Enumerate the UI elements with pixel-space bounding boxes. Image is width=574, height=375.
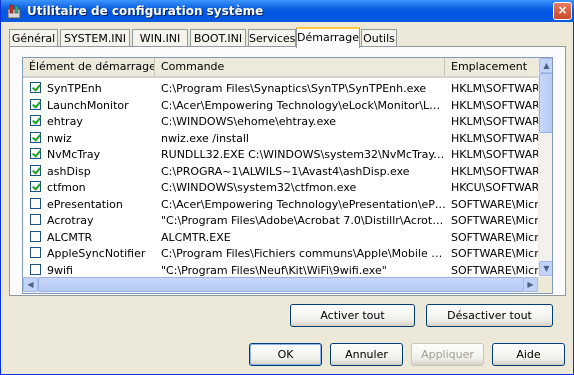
item-location: SOFTWARE\Micros	[451, 197, 539, 211]
scroll-up-icon[interactable]: ▲	[539, 58, 552, 73]
item-location: SOFTWARE\Micros	[451, 263, 539, 277]
item-name: ePresentation	[47, 197, 123, 211]
item-command: "C:\Program Files\Neuf\Kit\WiFi\9wifi.ex…	[161, 263, 387, 277]
startup-checkbox[interactable]	[30, 148, 41, 159]
tab-boot-ini[interactable]: BOOT.INI	[190, 29, 246, 47]
list-header: Élément de démarrage Commande Emplacemen…	[23, 58, 545, 78]
column-startup-item[interactable]: Élément de démarrage	[23, 58, 155, 76]
list-item[interactable]: ctfmon C:\WINDOWS\system32\ctfmon.exe HKCU…	[23, 179, 539, 196]
startup-panel: Élément de démarrage Commande Emplacemen…	[9, 46, 566, 296]
list-item[interactable]: ALCMTR ALCMTR.EXE SOFTWARE\Micros	[23, 229, 539, 246]
list-item[interactable]: Acrotray "C:\Program Files\Adobe\Acrobat …	[23, 212, 539, 229]
ok-button[interactable]: OK	[249, 343, 322, 366]
tab-demarrage[interactable]: Démarrage	[296, 27, 360, 48]
item-location: HKLM\SOFTWARE\	[451, 148, 539, 161]
item-command: C:\PROGRA~1\ALWILS~1\Avast4\ashDisp.exe	[161, 164, 410, 178]
tab-win-ini[interactable]: WIN.INI	[132, 29, 188, 47]
horizontal-scroll-thumb[interactable]	[38, 277, 524, 292]
column-location[interactable]: Emplacement	[445, 58, 545, 76]
cancel-button[interactable]: Annuler	[330, 343, 403, 366]
startup-checkbox[interactable]	[30, 230, 41, 242]
item-command: C:\Acer\Empowering Technology\ePresentat…	[161, 197, 446, 211]
startup-checkbox[interactable]	[30, 181, 41, 192]
apply-button[interactable]: Appliquer	[411, 343, 484, 366]
item-name: ALCMTR	[47, 230, 93, 244]
tab-services[interactable]: Services	[248, 29, 296, 47]
list-item[interactable]: 9wifi "C:\Program Files\Neuf\Kit\WiFi\9wi…	[23, 262, 539, 278]
item-location: SOFTWARE\Micros	[451, 214, 539, 227]
startup-checkbox[interactable]	[30, 131, 41, 143]
list-item[interactable]: ehtray C:\WINDOWS\ehome\ehtray.exe HKLM\SO…	[23, 113, 539, 130]
item-location: HKLM\SOFTWARE\	[451, 131, 539, 145]
scroll-corner	[538, 277, 552, 293]
item-location: HKLM\SOFTWARE\	[451, 98, 539, 112]
window-title: Utilitaire de configuration système	[27, 4, 264, 18]
msconfig-app-icon	[7, 4, 21, 19]
item-location: HKLM\SOFTWARE\	[451, 164, 539, 178]
startup-checkbox[interactable]	[30, 197, 41, 209]
startup-checkbox[interactable]	[30, 263, 41, 275]
scroll-left-icon[interactable]: ◀	[23, 277, 38, 292]
vertical-scroll-thumb[interactable]	[539, 73, 552, 133]
startup-checkbox[interactable]	[30, 115, 41, 126]
item-command: C:\Acer\Empowering Technology\eLock\Moni…	[161, 98, 446, 112]
startup-checkbox[interactable]	[30, 247, 41, 258]
item-name: NvMcTray	[47, 148, 101, 161]
tab-outils[interactable]: Outils	[361, 29, 397, 47]
enable-all-button[interactable]: Activer tout	[290, 304, 415, 327]
help-button[interactable]: Aide	[492, 343, 565, 366]
item-location: SOFTWARE\Micros	[451, 247, 539, 260]
item-name: ashDisp	[47, 164, 91, 178]
scroll-right-icon[interactable]: ▶	[523, 277, 538, 292]
startup-checkbox[interactable]	[30, 214, 41, 225]
item-name: ehtray	[47, 115, 83, 128]
item-command: "C:\Program Files\Adobe\Acrobat 7.0\Dist…	[161, 214, 446, 227]
item-location: HKLM\SOFTWARE\	[451, 82, 539, 95]
list-item[interactable]: ashDisp C:\PROGRA~1\ALWILS~1\Avast4\ashDi…	[23, 163, 539, 180]
tab-system-ini[interactable]: SYSTEM.INI	[60, 29, 130, 47]
startup-checkbox[interactable]	[30, 82, 41, 93]
item-command: C:\Program Files\Fichiers communs\Apple\…	[161, 247, 446, 260]
item-command: C:\Program Files\Synaptics\SynTP\SynTPEn…	[161, 82, 427, 95]
list-item[interactable]: NvMcTray RUNDLL32.EXE C:\WINDOWS\system32…	[23, 146, 539, 163]
title-bar[interactable]: Utilitaire de configuration système ×	[1, 0, 574, 22]
item-command: C:\WINDOWS\ehome\ehtray.exe	[161, 115, 337, 128]
item-location: HKCU\SOFTWARE\	[451, 181, 539, 194]
horizontal-scrollbar[interactable]: ◀ ▶	[23, 277, 538, 293]
disable-all-button[interactable]: Désactiver tout	[426, 304, 553, 327]
item-name: LaunchMonitor	[47, 98, 129, 112]
item-command: RUNDLL32.EXE C:\WINDOWS\system32\NvMcTra…	[161, 148, 446, 161]
item-name: AppleSyncNotifier	[47, 247, 146, 260]
item-command: nwiz.exe /install	[161, 131, 249, 145]
list-body: SynTPEnh C:\Program Files\Synaptics\SynTP…	[23, 78, 539, 277]
item-command: ALCMTR.EXE	[161, 230, 231, 244]
vertical-scrollbar[interactable]: ▲ ▼	[538, 58, 552, 277]
tab-general[interactable]: Général	[9, 29, 58, 47]
list-item[interactable]: ePresentation C:\Acer\Empowering Technolo…	[23, 196, 539, 213]
list-item[interactable]: nwiz nwiz.exe /install HKLM\SOFTWARE\	[23, 130, 539, 147]
item-name: 9wifi	[47, 263, 73, 277]
item-name: Acrotray	[47, 214, 94, 227]
list-item[interactable]: LaunchMonitor C:\Acer\Empowering Technolo…	[23, 97, 539, 114]
column-command[interactable]: Commande	[155, 58, 445, 76]
msconfig-window: Utilitaire de configuration système × Gé…	[0, 0, 574, 375]
item-command: C:\WINDOWS\system32\ctfmon.exe	[161, 181, 357, 194]
close-button[interactable]: ×	[553, 2, 572, 20]
startup-list[interactable]: Élément de démarrage Commande Emplacemen…	[22, 57, 553, 294]
close-icon: ×	[557, 3, 568, 17]
item-name: ctfmon	[47, 181, 86, 194]
startup-checkbox[interactable]	[30, 98, 41, 110]
list-item[interactable]: AppleSyncNotifier C:\Program Files\Fichie…	[23, 245, 539, 262]
startup-checkbox[interactable]	[30, 164, 41, 176]
list-item[interactable]: SynTPEnh C:\Program Files\Synaptics\SynTP…	[23, 80, 539, 97]
item-location: HKLM\SOFTWARE\	[451, 115, 539, 128]
item-name: nwiz	[47, 131, 72, 145]
scroll-down-icon[interactable]: ▼	[539, 261, 552, 276]
item-location: SOFTWARE\Micros	[451, 230, 539, 244]
item-name: SynTPEnh	[47, 82, 102, 95]
